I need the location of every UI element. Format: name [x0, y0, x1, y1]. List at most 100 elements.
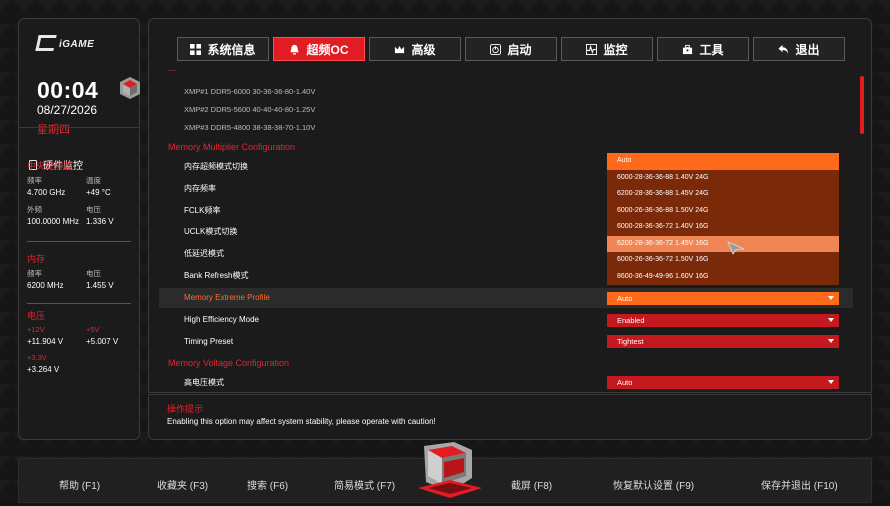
timing-preset-select[interactable]: Tightest [607, 335, 839, 348]
v5-label: +5V [86, 325, 100, 334]
select-value: Tightest [617, 337, 644, 346]
dropdown-option[interactable]: Auto [607, 153, 839, 170]
cpu-bclk-value: 100.0000 MHz [27, 217, 80, 226]
dropdown-option[interactable]: 6000-26-36-36-88 1.50V 24G [607, 203, 839, 220]
left-info-panel: iGAME 00:04 08/27/2026 星期四 硬件监控 中央处理器 频率… [18, 18, 140, 440]
memory-section-title: 内存 [27, 254, 46, 264]
mouse-cursor-icon [727, 241, 745, 260]
xmp-profile-text: XMP#2 DDR5-5600 40-40-40-80-1.25V [184, 105, 316, 114]
setting-label: 内存超频模式切换 [184, 162, 248, 171]
back-arrow-icon [778, 44, 789, 54]
tab-exit[interactable]: 退出 [753, 37, 845, 61]
dropdown-option[interactable]: 6200-28-36-36-88 1.45V 24G [607, 186, 839, 203]
igame-cube-emblem-icon [414, 438, 486, 501]
logo-mark-icon [37, 35, 57, 53]
divider [27, 241, 131, 242]
clipped-row-label: — [168, 70, 176, 74]
cpu-freq-label: 频率 [27, 176, 42, 185]
help-title: 操作提示 [167, 404, 204, 414]
divider [19, 127, 139, 128]
clipped-row: — [149, 70, 854, 76]
v33-label: +3.3V [27, 353, 47, 362]
igame-logo: iGAME [37, 35, 94, 53]
cpu-volt-value: 1.336 V [86, 217, 114, 226]
clock-date: 08/27/2026 [37, 103, 98, 117]
tab-label: 监控 [603, 42, 628, 57]
select-value: Auto [617, 378, 633, 387]
scrollbar[interactable] [860, 76, 864, 376]
high-voltage-select[interactable]: Auto [607, 376, 839, 389]
dropdown-option[interactable]: 8600-36-49-49-96 1.60V 16G [607, 269, 839, 286]
help-text: Enabling this option may affect system s… [167, 417, 436, 426]
select-value: Auto [617, 294, 633, 303]
section-header-text: Memory Multiplier Configuration [168, 142, 296, 152]
xmp-profile-2: XMP#2 DDR5-5600 40-40-40-80-1.25V [149, 105, 854, 117]
tab-monitor[interactable]: 监控 [561, 37, 653, 61]
setting-label: 内存频率 [184, 184, 216, 193]
memory-extreme-profile-select[interactable]: Auto [607, 292, 839, 305]
tab-label: 工具 [699, 42, 724, 57]
mem-freq-label: 频率 [27, 269, 42, 278]
top-tab-bar: 系统信息 超频OC 高级 启动 监控 工具 退出 [148, 18, 872, 72]
scrollbar-thumb[interactable] [860, 76, 864, 134]
mem-freq-value: 6200 MHz [27, 281, 64, 290]
divider [27, 303, 131, 304]
tab-boot[interactable]: 启动 [465, 37, 557, 61]
v33-value: +3.264 V [27, 365, 60, 374]
dropdown-option[interactable]: 6000-28-36-36-72 1.40V 16G [607, 219, 839, 236]
cpu-section-title: 中央处理器 [27, 161, 73, 171]
chevron-down-icon [828, 318, 834, 322]
chevron-down-icon [828, 296, 834, 300]
settings-panel: — XMP#1 DDR5-6000 30-36-36-80-1.40V XMP#… [148, 70, 872, 393]
mem-volt-label: 电压 [86, 269, 101, 278]
tab-label: 超频OC [306, 42, 349, 57]
dropdown-option-hovered[interactable]: 6200-28-36-36-72 1.45V 16G [607, 235, 839, 252]
voltage-section-title: 电压 [27, 311, 46, 321]
footer-easy-mode-button[interactable]: 简易模式 (F7) [334, 477, 395, 492]
power-icon [490, 43, 502, 55]
chevron-down-icon [828, 380, 834, 384]
cpu-bclk-label: 外频 [27, 205, 42, 214]
tab-label: 系统信息 [207, 42, 256, 57]
dropdown-option[interactable]: 6000-28-36-36-88 1.40V 24G [607, 170, 839, 187]
setting-label: UCLK模式切换 [184, 227, 238, 236]
setting-label: 高电压模式 [184, 378, 224, 387]
tab-advanced[interactable]: 高级 [369, 37, 461, 61]
tab-label: 退出 [795, 42, 820, 57]
high-efficiency-select[interactable]: Enabled [607, 314, 839, 327]
crown-icon [395, 45, 405, 53]
footer-help-button[interactable]: 帮助 (F1) [59, 477, 100, 492]
setting-label: High Efficiency Mode [184, 315, 259, 324]
bell-icon [290, 44, 300, 55]
tab-tools[interactable]: 工具 [657, 37, 749, 61]
footer-restore-defaults-button[interactable]: 恢复默认设置 (F9) [613, 477, 694, 492]
setting-label: Bank Refresh模式 [184, 271, 249, 280]
xmp-profile-3: XMP#3 DDR5-4800 38-38-38-70-1.10V [149, 123, 854, 135]
cpu-volt-label: 电压 [86, 205, 101, 214]
v12-label: +12V [27, 325, 45, 334]
setting-label: Memory Extreme Profile [184, 293, 270, 302]
section-header-text: Memory Voltage Configuration [168, 358, 290, 368]
footer-screenshot-button[interactable]: 截屏 (F8) [511, 477, 552, 492]
toolbox-icon [683, 44, 693, 54]
tab-system-info[interactable]: 系统信息 [177, 37, 269, 61]
section-header-voltage: Memory Voltage Configuration [149, 358, 854, 370]
footer-save-exit-button[interactable]: 保存并退出 (F10) [761, 477, 838, 492]
cpu-freq-value: 4.700 GHz [27, 188, 66, 197]
pulse-icon [586, 43, 598, 55]
help-info-panel: 操作提示 Enabling this option may affect sys… [148, 394, 872, 440]
chevron-down-icon [828, 339, 834, 343]
grid-icon [190, 43, 202, 55]
footer-favorites-button[interactable]: 收藏夹 (F3) [157, 477, 208, 492]
setting-label: Timing Preset [184, 337, 234, 346]
cpu-temp-value: +49 °C [86, 188, 111, 197]
cpu-temp-label: 温度 [86, 176, 101, 185]
dropdown-option[interactable]: 6000-26-36-36-72 1.50V 16G [607, 252, 839, 269]
xmp-profile-1: XMP#1 DDR5-6000 30-36-36-80-1.40V [149, 87, 854, 99]
clock-time: 00:04 [37, 77, 99, 103]
tab-overclock[interactable]: 超频OC [273, 37, 365, 61]
footer-search-button[interactable]: 搜索 (F6) [247, 477, 288, 492]
v12-value: +11.904 V [27, 337, 64, 346]
setting-label: 低延迟模式 [184, 249, 224, 258]
xmp-profile-text: XMP#3 DDR5-4800 38-38-38-70-1.10V [184, 123, 316, 132]
